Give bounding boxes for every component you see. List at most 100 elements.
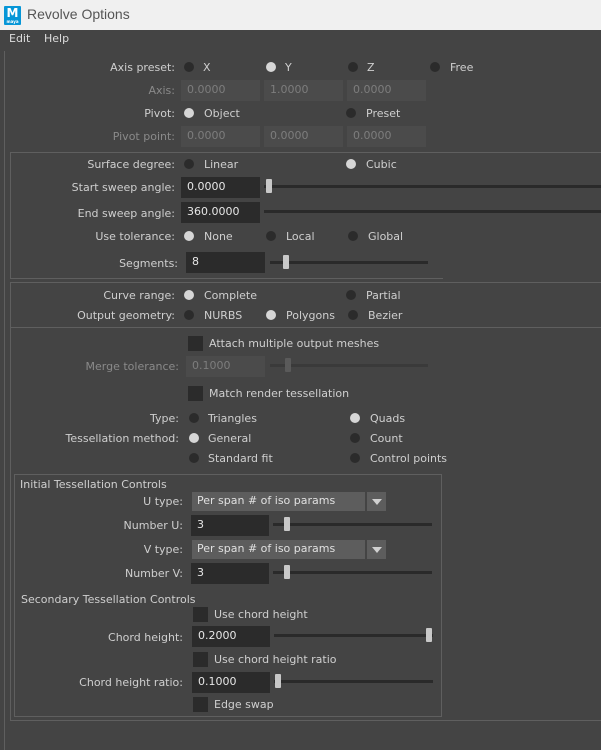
surface-cubic-radio[interactable] bbox=[346, 159, 356, 169]
method-control-points-label: Control points bbox=[370, 452, 448, 465]
segments-field[interactable]: 8 bbox=[186, 252, 265, 273]
segments-slider-handle[interactable] bbox=[283, 255, 289, 269]
number-v-slider-handle[interactable] bbox=[284, 565, 290, 579]
u-type-dropdown[interactable]: Per span # of iso params bbox=[192, 492, 365, 511]
surface-linear-radio[interactable] bbox=[184, 159, 194, 169]
output-bezier-radio[interactable] bbox=[348, 310, 358, 320]
surface-cubic-label: Cubic bbox=[366, 158, 397, 171]
pivot-preset-radio[interactable] bbox=[346, 108, 356, 118]
edge-swap-checkbox[interactable] bbox=[193, 697, 208, 712]
use-chord-ratio-checkbox[interactable] bbox=[193, 652, 208, 667]
number-v-slider-track[interactable] bbox=[273, 571, 432, 574]
u-type-label: U type: bbox=[143, 495, 183, 508]
number-u-field[interactable]: 3 bbox=[191, 515, 269, 536]
use-chord-height-checkbox[interactable] bbox=[193, 607, 208, 622]
method-general-radio[interactable] bbox=[189, 433, 199, 443]
curve-range-label: Curve range: bbox=[103, 289, 175, 302]
v-type-dropdown[interactable]: Per span # of iso params bbox=[192, 540, 365, 559]
start-sweep-slider-track[interactable] bbox=[264, 185, 601, 188]
axis-y-field[interactable]: 1.0000 bbox=[264, 80, 343, 101]
pivot-point-x-field[interactable]: 0.0000 bbox=[181, 126, 260, 147]
use-chord-height-label: Use chord height bbox=[214, 608, 308, 621]
end-sweep-field[interactable]: 360.0000 bbox=[181, 202, 260, 223]
menu-help[interactable]: Help bbox=[44, 32, 69, 45]
output-nurbs-label: NURBS bbox=[204, 309, 243, 322]
u-type-chevron-down-icon[interactable] bbox=[367, 492, 386, 511]
axis-free-label: Free bbox=[450, 61, 474, 74]
output-bezier-label: Bezier bbox=[368, 309, 403, 322]
axis-z-field[interactable]: 0.0000 bbox=[347, 80, 426, 101]
attach-meshes-checkbox[interactable] bbox=[188, 336, 203, 351]
axis-x-radio[interactable] bbox=[184, 62, 194, 72]
merge-tolerance-slider-handle[interactable] bbox=[285, 358, 291, 372]
number-u-slider-handle[interactable] bbox=[284, 517, 290, 531]
pivot-preset-label: Preset bbox=[366, 107, 401, 120]
axis-z-label: Z bbox=[367, 61, 375, 74]
secondary-tess-group-title: Secondary Tessellation Controls bbox=[21, 593, 196, 606]
output-geometry-label: Output geometry: bbox=[77, 309, 175, 322]
merge-tolerance-field[interactable]: 0.1000 bbox=[186, 356, 265, 377]
end-sweep-label: End sweep angle: bbox=[77, 207, 175, 220]
axis-z-radio[interactable] bbox=[348, 62, 358, 72]
method-standard-fit-radio[interactable] bbox=[189, 453, 199, 463]
axis-free-radio[interactable] bbox=[430, 62, 440, 72]
segments-slider-track[interactable] bbox=[270, 261, 428, 264]
match-render-label: Match render tessellation bbox=[209, 387, 350, 400]
pivot-label: Pivot: bbox=[144, 107, 175, 120]
axis-y-label: Y bbox=[285, 61, 292, 74]
curve-complete-radio[interactable] bbox=[184, 290, 194, 300]
v-type-chevron-down-icon[interactable] bbox=[367, 540, 386, 559]
pivot-object-radio[interactable] bbox=[184, 108, 194, 118]
number-u-label: Number U: bbox=[123, 519, 183, 532]
number-v-label: Number V: bbox=[124, 567, 183, 580]
start-sweep-slider-handle[interactable] bbox=[266, 179, 272, 193]
chord-ratio-label: Chord height ratio: bbox=[79, 676, 183, 689]
start-sweep-field[interactable]: 0.0000 bbox=[181, 177, 260, 198]
axis-y-radio[interactable] bbox=[266, 62, 276, 72]
attach-meshes-label: Attach multiple output meshes bbox=[209, 337, 380, 350]
output-nurbs-radio[interactable] bbox=[184, 310, 194, 320]
menu-bar bbox=[0, 30, 601, 49]
initial-tess-group-title: Initial Tessellation Controls bbox=[20, 478, 167, 491]
v-type-label: V type: bbox=[143, 543, 183, 556]
chord-ratio-slider-track[interactable] bbox=[274, 680, 433, 683]
edge-swap-label: Edge swap bbox=[214, 698, 274, 711]
menu-edit[interactable]: Edit bbox=[9, 32, 30, 45]
match-render-checkbox[interactable] bbox=[188, 386, 203, 401]
pivot-point-label: Pivot point: bbox=[112, 130, 175, 143]
end-sweep-slider-track[interactable] bbox=[264, 210, 601, 213]
output-polygons-radio[interactable] bbox=[266, 310, 276, 320]
axis-x-label: X bbox=[203, 61, 211, 74]
chord-height-field[interactable]: 0.2000 bbox=[192, 626, 270, 647]
tolerance-none-radio[interactable] bbox=[184, 231, 194, 241]
tolerance-local-label: Local bbox=[286, 230, 315, 243]
tolerance-local-radio[interactable] bbox=[266, 231, 276, 241]
pivot-point-y-field[interactable]: 0.0000 bbox=[264, 126, 343, 147]
separator-1 bbox=[10, 152, 601, 153]
curve-partial-radio[interactable] bbox=[346, 290, 356, 300]
use-chord-ratio-label: Use chord height ratio bbox=[214, 653, 337, 666]
use-tolerance-label: Use tolerance: bbox=[95, 230, 175, 243]
pivot-point-z-field[interactable]: 0.0000 bbox=[347, 126, 426, 147]
separator-2 bbox=[10, 282, 601, 283]
chord-height-slider-track[interactable] bbox=[274, 634, 433, 637]
maya-app-icon: M maya bbox=[4, 6, 21, 25]
tess-method-label: Tessellation method: bbox=[65, 432, 179, 445]
chord-height-slider-handle[interactable] bbox=[426, 628, 432, 642]
method-count-radio[interactable] bbox=[350, 433, 360, 443]
tolerance-global-radio[interactable] bbox=[348, 231, 358, 241]
axis-x-field[interactable]: 0.0000 bbox=[181, 80, 260, 101]
frame-bottom-2 bbox=[10, 278, 443, 279]
tolerance-none-label: None bbox=[204, 230, 233, 243]
number-v-field[interactable]: 3 bbox=[191, 563, 269, 584]
chord-ratio-slider-handle[interactable] bbox=[275, 674, 281, 688]
type-quads-radio[interactable] bbox=[350, 413, 360, 423]
frame-bottom-3 bbox=[10, 720, 601, 721]
chord-ratio-field[interactable]: 0.1000 bbox=[192, 672, 270, 693]
surface-degree-label: Surface degree: bbox=[87, 158, 175, 171]
method-control-points-radio[interactable] bbox=[350, 453, 360, 463]
type-triangles-radio[interactable] bbox=[189, 413, 199, 423]
frame-left-2 bbox=[10, 153, 11, 279]
number-u-slider-track[interactable] bbox=[273, 523, 432, 526]
merge-tolerance-slider-track[interactable] bbox=[270, 364, 428, 367]
